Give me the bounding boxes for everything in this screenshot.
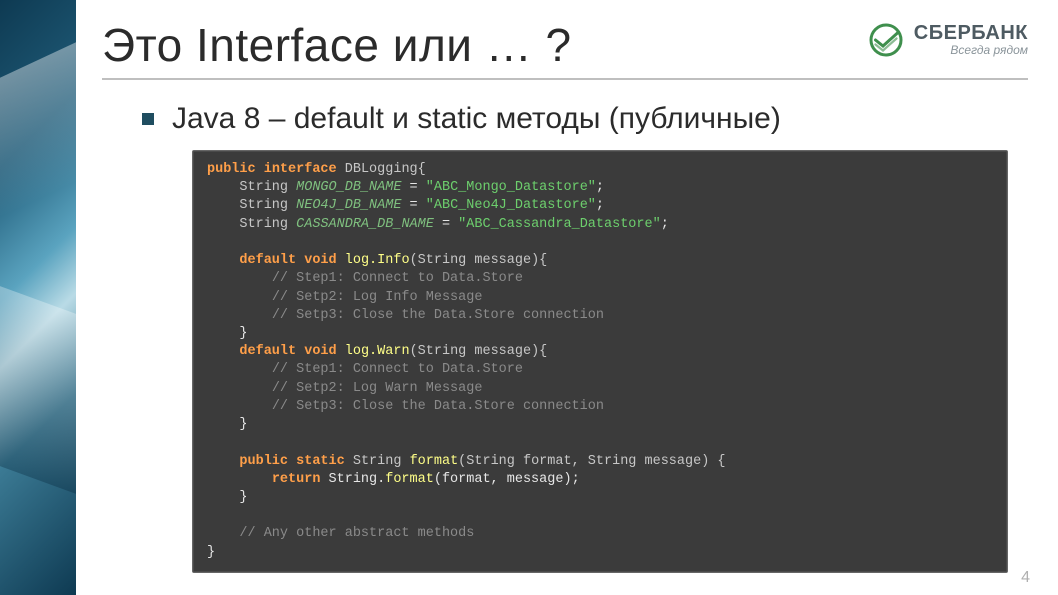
logo-slogan: Всегда рядом [914, 44, 1028, 57]
code-block: public interface DBLogging{ String MONGO… [192, 150, 1008, 573]
header: Это Interface или … ? СБЕРБАНК Всегда ря… [102, 18, 1028, 80]
sberbank-logo: СБЕРБАНК Всегда рядом [868, 18, 1028, 58]
bullet-text: Java 8 – default и static методы (публич… [172, 102, 781, 136]
decorative-side-strip [0, 0, 76, 595]
slide-title: Это Interface или … ? [102, 18, 572, 72]
bullet-square-icon [142, 113, 154, 125]
page-number: 4 [1021, 569, 1030, 587]
slide-content: Это Interface или … ? СБЕРБАНК Всегда ря… [76, 0, 1058, 595]
slide: Это Interface или … ? СБЕРБАНК Всегда ря… [0, 0, 1058, 595]
logo-text: СБЕРБАНК Всегда рядом [914, 23, 1028, 57]
bullet-item: Java 8 – default и static методы (публич… [142, 102, 1028, 136]
logo-brand: СБЕРБАНК [914, 23, 1028, 44]
sberbank-logo-icon [868, 22, 904, 58]
